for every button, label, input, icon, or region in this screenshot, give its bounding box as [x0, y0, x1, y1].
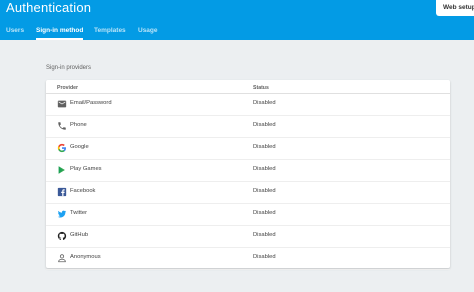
- provider-status: Disabled: [253, 232, 276, 238]
- section-title: Sign-in providers: [46, 65, 92, 71]
- tab-usage[interactable]: Usage: [138, 19, 158, 40]
- provider-name: Google: [70, 144, 89, 150]
- provider-row-anonymous[interactable]: Anonymous Disabled: [46, 248, 450, 270]
- github-icon: [57, 231, 67, 240]
- facebook-icon: [57, 187, 67, 197]
- provider-status: Disabled: [253, 122, 276, 128]
- tab-users[interactable]: Users: [6, 19, 24, 40]
- play-games-icon: [58, 166, 65, 174]
- provider-status: Disabled: [253, 254, 276, 260]
- provider-row-play-games[interactable]: Play Games Disabled: [46, 160, 450, 182]
- provider-row-phone[interactable]: Phone Disabled: [46, 116, 450, 138]
- provider-row-github[interactable]: GitHub Disabled: [46, 226, 450, 248]
- tab-sign-in-method[interactable]: Sign-in method: [36, 19, 84, 40]
- provider-name: Play Games: [70, 166, 102, 172]
- provider-name: GitHub: [70, 232, 89, 238]
- tab-bar: Users Sign-in method Templates Usage: [0, 19, 474, 40]
- provider-status: Disabled: [253, 144, 276, 150]
- provider-row-facebook[interactable]: Facebook Disabled: [46, 182, 450, 204]
- email-icon: [57, 100, 67, 108]
- provider-name: Anonymous: [70, 254, 101, 260]
- twitter-icon: [57, 210, 67, 218]
- provider-row-email[interactable]: Email/Password Disabled: [46, 94, 450, 116]
- provider-name: Twitter: [70, 210, 88, 216]
- phone-icon: [58, 122, 66, 130]
- provider-status: Disabled: [253, 210, 276, 216]
- provider-row-google[interactable]: Google Disabled: [46, 138, 450, 160]
- google-icon: [57, 143, 66, 153]
- page-title: Authentication: [6, 0, 92, 15]
- provider-status: Disabled: [253, 188, 276, 194]
- provider-status: Disabled: [253, 166, 276, 172]
- tab-templates[interactable]: Templates: [94, 19, 126, 40]
- provider-name: Phone: [70, 122, 87, 128]
- provider-name: Facebook: [70, 188, 96, 194]
- column-header-provider: Provider: [57, 85, 79, 91]
- provider-row-twitter[interactable]: Twitter Disabled: [46, 204, 450, 226]
- provider-name: Email/Password: [70, 100, 112, 106]
- web-setup-button[interactable]: Web setup: [436, 0, 474, 16]
- column-header-status: Status: [253, 85, 269, 91]
- anonymous-icon: [58, 254, 66, 263]
- provider-status: Disabled: [253, 100, 276, 106]
